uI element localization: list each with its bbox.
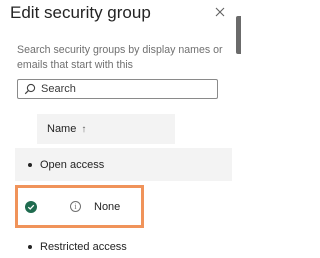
search-box[interactable] <box>17 79 218 99</box>
panel-title: Edit security group <box>10 3 151 22</box>
group-label: Open access <box>40 158 105 171</box>
search-icon <box>22 81 38 97</box>
edit-security-group-panel: Edit security group Search security grou… <box>0 0 241 253</box>
group-row-open-access[interactable]: Open access <box>15 148 232 181</box>
check-circle-icon <box>25 200 37 213</box>
close-button[interactable] <box>212 4 228 20</box>
name-column-header[interactable]: Name ↑ <box>37 114 175 144</box>
info-icon[interactable]: i <box>70 201 81 212</box>
close-icon <box>215 7 225 17</box>
group-label: Restricted access <box>40 241 127 253</box>
column-header-label: Name <box>47 123 77 135</box>
group-row-restricted-access[interactable]: Restricted access <box>15 236 232 258</box>
search-input[interactable] <box>38 81 211 97</box>
option-label: None <box>94 200 121 213</box>
scrollbar[interactable] <box>236 16 241 54</box>
sort-ascending-icon: ↑ <box>81 123 87 135</box>
search-description: Search security groups by display names … <box>17 44 223 71</box>
bullet-icon <box>28 162 32 167</box>
option-row-none[interactable]: i None <box>15 185 144 228</box>
